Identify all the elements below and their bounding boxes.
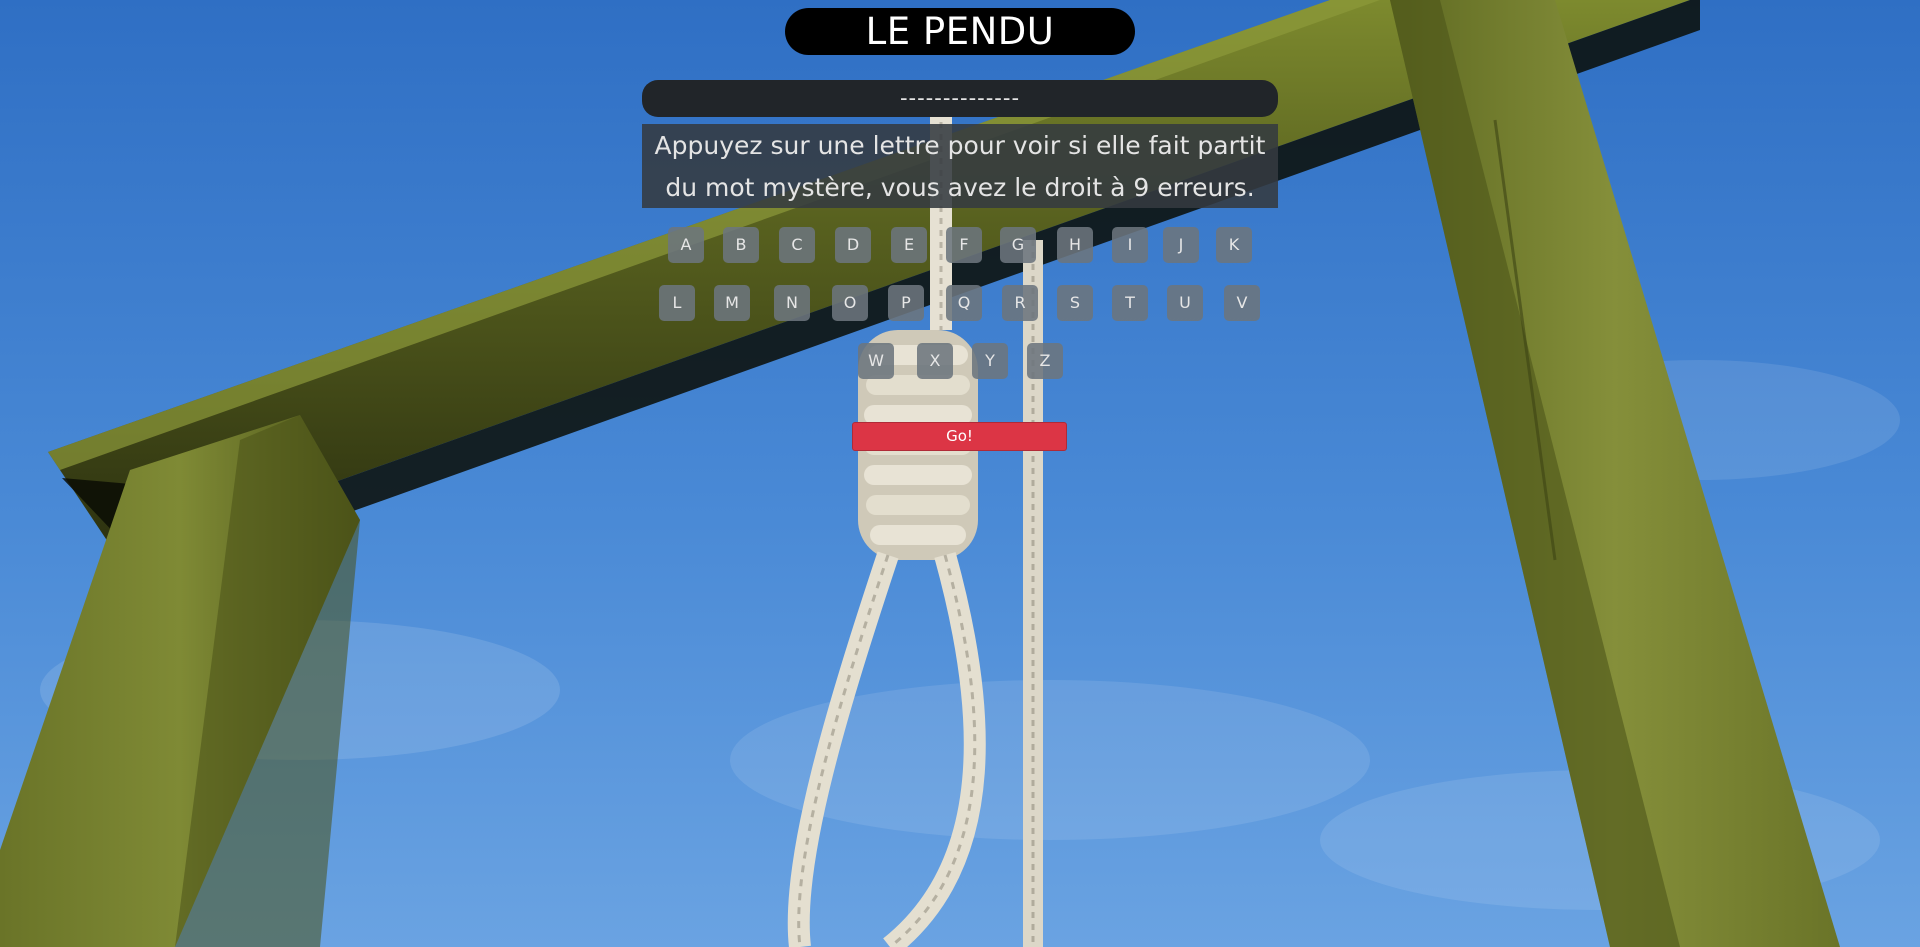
letter-key-q[interactable]: Q [946, 285, 982, 321]
letter-key-o[interactable]: O [832, 285, 868, 321]
letter-key-u[interactable]: U [1167, 285, 1203, 321]
letter-key-g[interactable]: G [1000, 227, 1036, 263]
hidden-word-display: -------------- [642, 80, 1278, 117]
letter-key-a[interactable]: A [668, 227, 704, 263]
letter-key-w[interactable]: W [858, 343, 894, 379]
letter-key-r[interactable]: R [1002, 285, 1038, 321]
letter-key-s[interactable]: S [1057, 285, 1093, 321]
letter-key-k[interactable]: K [1216, 227, 1252, 263]
letter-key-l[interactable]: L [659, 285, 695, 321]
instructions-panel: Appuyez sur une lettre pour voir si elle… [642, 124, 1278, 208]
go-button[interactable]: Go! [852, 422, 1067, 451]
letter-key-y[interactable]: Y [972, 343, 1008, 379]
letter-key-d[interactable]: D [835, 227, 871, 263]
letter-key-m[interactable]: M [714, 285, 750, 321]
letter-key-f[interactable]: F [946, 227, 982, 263]
letter-key-z[interactable]: Z [1027, 343, 1063, 379]
letter-key-c[interactable]: C [779, 227, 815, 263]
letter-key-p[interactable]: P [888, 285, 924, 321]
instructions-line-1: Appuyez sur une lettre pour voir si elle… [654, 131, 1266, 160]
letter-key-v[interactable]: V [1224, 285, 1260, 321]
letter-key-n[interactable]: N [774, 285, 810, 321]
letter-key-e[interactable]: E [891, 227, 927, 263]
instructions-line-2: du mot mystère, vous avez le droit à 9 e… [665, 173, 1255, 202]
letter-key-j[interactable]: J [1163, 227, 1199, 263]
letter-key-t[interactable]: T [1112, 285, 1148, 321]
letter-key-b[interactable]: B [723, 227, 759, 263]
game-title: LE PENDU [785, 8, 1135, 55]
letter-key-x[interactable]: X [917, 343, 953, 379]
letter-key-i[interactable]: I [1112, 227, 1148, 263]
letter-key-h[interactable]: H [1057, 227, 1093, 263]
